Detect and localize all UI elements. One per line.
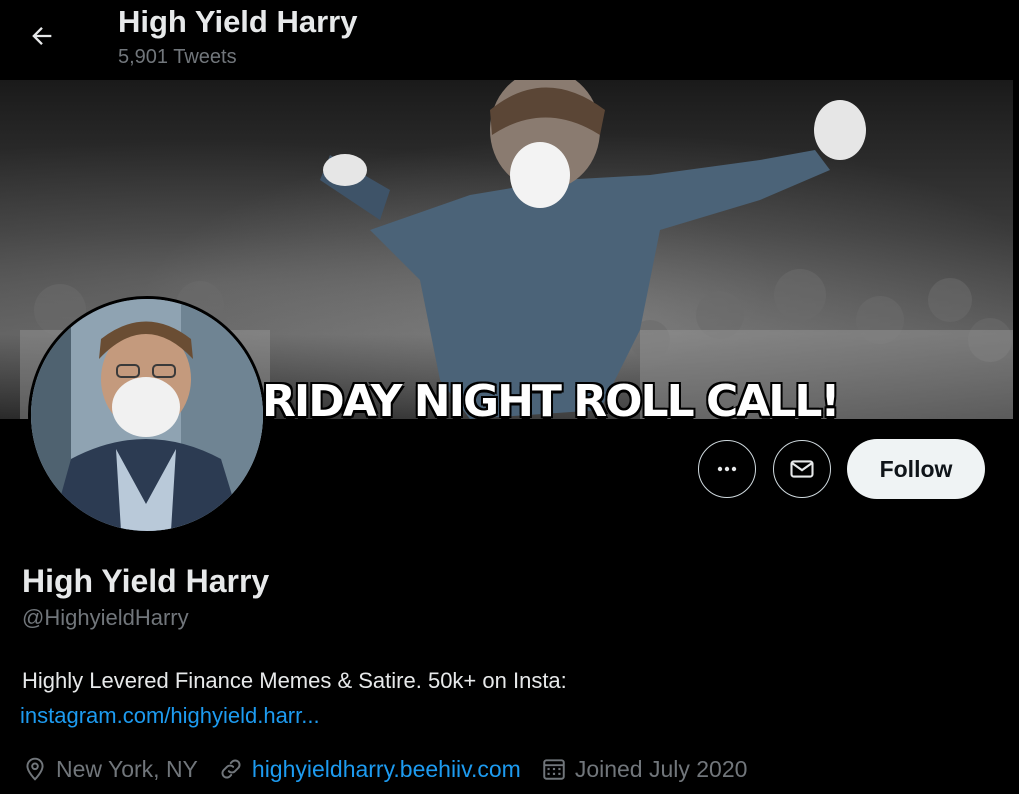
joined-item: Joined July 2020 (541, 755, 748, 783)
profile-bio: Highly Levered Finance Memes & Satire. 5… (22, 668, 567, 693)
more-icon (717, 466, 737, 472)
tweet-count: 5,901 Tweets (118, 46, 237, 68)
profile-handle: @HighyieldHarry (22, 605, 189, 630)
mail-icon (790, 460, 814, 478)
profile-meta-row: New York, NY highyieldharry.beehiiv.com … (22, 752, 767, 786)
bio-instagram-link[interactable]: instagram.com/highyield.harr... (20, 703, 320, 729)
calendar-icon (543, 759, 565, 780)
location-icon (26, 757, 44, 781)
more-options-button[interactable] (698, 440, 756, 498)
avatar-image (31, 299, 263, 531)
banner-caption: RIDAY NIGHT ROLL CALL! (262, 376, 840, 419)
follow-button[interactable]: Follow (847, 439, 985, 499)
joined-text: Joined July 2020 (574, 755, 748, 782)
location-item: New York, NY (22, 756, 198, 783)
profile-name: High Yield Harry (22, 563, 270, 599)
header-title: High Yield Harry (118, 4, 358, 39)
back-arrow-icon (32, 27, 52, 45)
website-item[interactable]: highyieldharry.beehiiv.com (218, 756, 521, 783)
link-icon (221, 759, 241, 779)
back-button[interactable] (22, 16, 62, 56)
profile-avatar[interactable] (28, 296, 266, 534)
location-text: New York, NY (56, 755, 198, 782)
website-link[interactable]: highyieldharry.beehiiv.com (252, 756, 521, 783)
message-button[interactable] (773, 440, 831, 498)
